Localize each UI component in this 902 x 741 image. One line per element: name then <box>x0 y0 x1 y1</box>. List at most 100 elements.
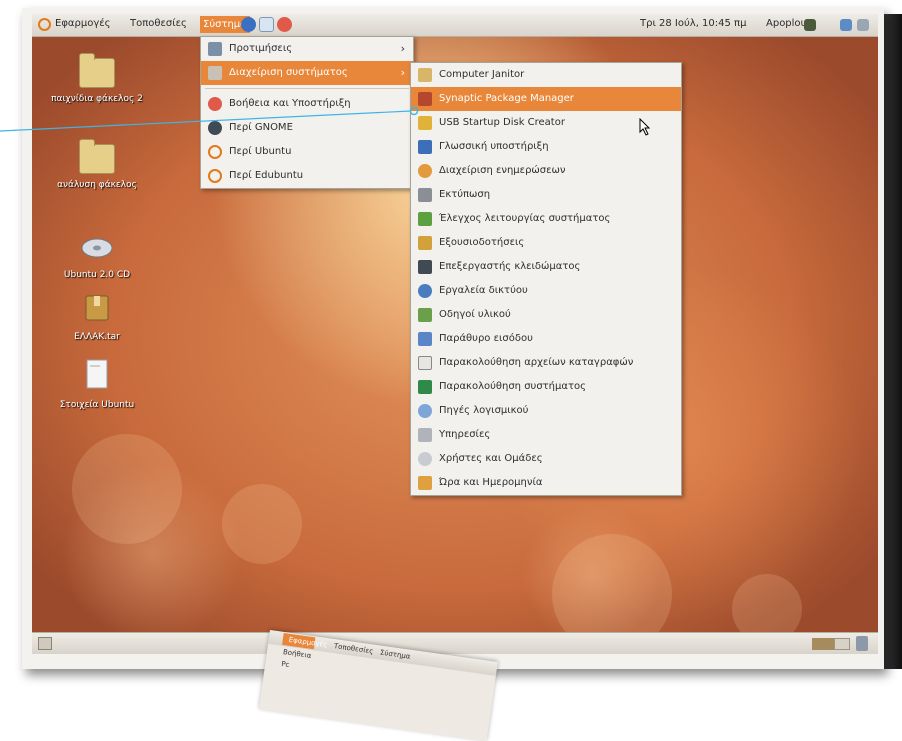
trash-icon[interactable] <box>856 636 868 651</box>
menu-item-label: Έλεγχος λειτουργίας συστήματος <box>439 213 611 224</box>
menu-item-synaptic[interactable]: Synaptic Package Manager <box>411 87 681 111</box>
ubuntu-icon <box>208 169 222 183</box>
menu-item-label: Επεξεργαστής κλειδώματος <box>439 261 581 272</box>
folder-icon <box>79 53 115 88</box>
menu-item-lock-editor[interactable]: Επεξεργαστής κλειδώματος <box>411 255 681 279</box>
menu-item-label: Διαχείριση ενημερώσεων <box>439 165 566 176</box>
document-icon <box>86 359 108 389</box>
menu-item-label: Γλωσσική υποστήριξη <box>439 141 549 152</box>
menu-item-update-manager[interactable]: Διαχείριση ενημερώσεων <box>411 159 681 183</box>
mail-icon[interactable] <box>259 17 274 32</box>
usb-icon <box>418 116 432 130</box>
menu-item-label: Ώρα και Ημερομηνία <box>439 477 543 488</box>
log-icon <box>418 356 432 370</box>
menu-item-label: Παράθυρο εισόδου <box>439 333 533 344</box>
desktop-icon-folder[interactable]: παιχνίδια φάκελος 2 <box>42 53 152 104</box>
folder-icon <box>79 139 115 174</box>
applications-menu[interactable]: Εφαρμογές <box>55 17 111 31</box>
printer-icon <box>418 188 432 202</box>
menu-item-about-gnome[interactable]: Περί GNOME <box>201 116 413 140</box>
firefox-icon[interactable] <box>241 17 256 32</box>
bokeh-light <box>72 434 182 544</box>
menu-item-about-edubuntu[interactable]: Περί Edubuntu <box>201 164 413 188</box>
disc-icon <box>81 238 113 258</box>
mouse-cursor-icon <box>639 118 651 136</box>
broom-icon <box>418 68 432 82</box>
desktop-icon-cd[interactable]: Ubuntu 2.0 CD <box>42 232 152 280</box>
gnome-icon <box>208 121 222 135</box>
menu-item-label: Πηγές λογισμικού <box>439 405 529 416</box>
help-icon <box>208 97 222 111</box>
network-icon[interactable] <box>840 19 852 31</box>
menu-item-time-date[interactable]: Ώρα και Ημερομηνία <box>411 471 681 495</box>
login-icon <box>418 332 432 346</box>
menu-item-label: Περί GNOME <box>229 122 293 133</box>
ubuntu-icon <box>208 145 222 159</box>
menu-item-label: Εξουσιοδοτήσεις <box>439 237 525 248</box>
desktop-icon-label: Ubuntu 2.0 CD <box>63 270 131 280</box>
menu-item-label: Περί Edubuntu <box>229 170 304 181</box>
ubuntu-logo-icon[interactable] <box>38 18 51 31</box>
menu-item-label: Διαχείριση συστήματος <box>229 67 348 78</box>
network-icon <box>418 284 432 298</box>
show-desktop-icon[interactable] <box>38 637 52 650</box>
help-icon[interactable] <box>277 17 292 32</box>
menu-item-network-tools[interactable]: Εργαλεία δικτύου <box>411 279 681 303</box>
menu-item-log-viewer[interactable]: Παρακολούθηση αρχείων καταγραφών <box>411 351 681 375</box>
menu-item-label: Computer Janitor <box>439 69 525 80</box>
menu-item-label: Χρήστες και Ομάδες <box>439 453 543 464</box>
menu-item-label: Προτιμήσεις <box>229 43 293 54</box>
top-panel: Εφαρμογές Τοποθεσίες Σύστημα Τρι 28 Ιούλ… <box>32 14 878 37</box>
mini-menu-label: Τοποθεσίες <box>333 642 374 656</box>
user-status-icon[interactable] <box>804 19 816 31</box>
menu-item-system-monitor[interactable]: Παρακολούθηση συστήματος <box>411 375 681 399</box>
menu-item-users-groups[interactable]: Χρήστες και Ομάδες <box>411 447 681 471</box>
menu-item-login-window[interactable]: Παράθυρο εισόδου <box>411 327 681 351</box>
menu-item-label: Synaptic Package Manager <box>439 93 574 104</box>
update-icon <box>418 164 432 178</box>
workspace-switcher-active[interactable] <box>812 638 834 650</box>
workspace-switcher[interactable] <box>834 638 850 650</box>
desktop-icon-document[interactable]: Στοιχεία Ubuntu <box>42 358 152 410</box>
desktop-icon-archive[interactable]: ΕΛΛΑΚ.tar <box>42 292 152 342</box>
menu-item-label: Οδηγοί υλικού <box>439 309 511 320</box>
bokeh-light <box>222 484 302 564</box>
menu-item-software-sources[interactable]: Πηγές λογισμικού <box>411 399 681 423</box>
menu-item-label: Παρακολούθηση αρχείων καταγραφών <box>439 357 634 368</box>
system-menu-dropdown: Προτιμήσεις › Διαχείριση συστήματος › Βο… <box>200 36 414 189</box>
desktop-icon-label: ανάλυση φάκελος <box>57 180 137 190</box>
bottom-panel <box>32 632 878 654</box>
monitor-icon <box>418 212 432 226</box>
software-sources-icon <box>418 404 432 418</box>
package-icon <box>418 92 432 106</box>
menu-item-help[interactable]: Βοήθεια και Υποστήριξη <box>201 92 413 116</box>
desktop-icon-folder[interactable]: ανάλυση φάκελος <box>42 139 152 190</box>
menu-separator <box>205 88 409 89</box>
menu-item-about-ubuntu[interactable]: Περί Ubuntu <box>201 140 413 164</box>
menu-item-label: Περί Ubuntu <box>229 146 292 157</box>
menu-item-language-support[interactable]: Γλωσσική υποστήριξη <box>411 135 681 159</box>
chevron-right-icon: › <box>400 66 405 79</box>
archive-icon <box>85 295 109 321</box>
places-menu[interactable]: Τοποθεσίες <box>130 17 187 31</box>
menu-item-label: Εκτύπωση <box>439 189 491 200</box>
menu-item-authorizations[interactable]: Εξουσιοδοτήσεις <box>411 231 681 255</box>
menu-item-label: Βοήθεια και Υποστήριξη <box>229 98 351 109</box>
menu-item-administration[interactable]: Διαχείριση συστήματος › <box>201 61 413 85</box>
photo-frame-shadow <box>884 14 902 669</box>
mini-menu-label: Σύστημα <box>379 648 411 661</box>
menu-item-services[interactable]: Υπηρεσίες <box>411 423 681 447</box>
menu-item-computer-janitor[interactable]: Computer Janitor <box>411 63 681 87</box>
menu-item-printing[interactable]: Εκτύπωση <box>411 183 681 207</box>
system-monitor-icon <box>418 380 432 394</box>
preferences-icon <box>208 42 222 56</box>
menu-item-hardware-drivers[interactable]: Οδηγοί υλικού <box>411 303 681 327</box>
menu-item-preferences[interactable]: Προτιμήσεις › <box>201 37 413 61</box>
desktop-icon-label: Στοιχεία Ubuntu <box>59 400 135 410</box>
clock-icon <box>418 476 432 490</box>
menu-item-label: Εργαλεία δικτύου <box>439 285 528 296</box>
volume-icon[interactable] <box>857 19 869 31</box>
menu-item-system-testing[interactable]: Έλεγχος λειτουργίας συστήματος <box>411 207 681 231</box>
clock[interactable]: Τρι 28 Ιούλ, 10:45 πμ <box>640 17 746 31</box>
chip-icon <box>418 308 432 322</box>
